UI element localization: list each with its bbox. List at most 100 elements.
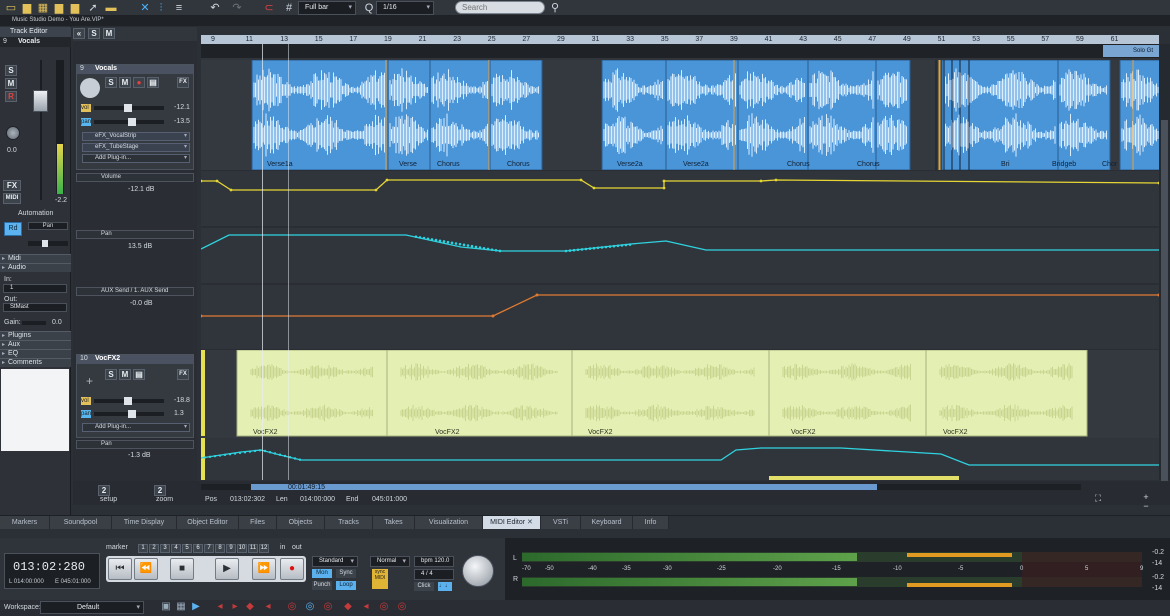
pan-slider[interactable] bbox=[28, 240, 68, 247]
go-to-start-button[interactable]: ⏮ bbox=[108, 558, 132, 580]
bottom-tool-4-icon[interactable]: ◂ bbox=[262, 601, 274, 613]
vertical-scroll-thumb[interactable] bbox=[1161, 120, 1168, 500]
tab-info[interactable]: Info bbox=[633, 516, 669, 529]
close-icon[interactable]: ✕ bbox=[527, 519, 533, 526]
output-select[interactable]: StMast bbox=[3, 303, 67, 312]
undo-icon[interactable]: ↶ bbox=[208, 1, 222, 15]
draw-icon[interactable]: ▬ bbox=[104, 1, 118, 15]
vocfx2-fx-button[interactable]: FX bbox=[177, 369, 189, 380]
marker-button[interactable]: 9 bbox=[226, 544, 236, 553]
tab-tracks[interactable]: Tracks bbox=[325, 516, 373, 529]
vocals-mute-button[interactable]: M bbox=[119, 77, 131, 88]
section-aux[interactable]: Aux bbox=[0, 340, 71, 349]
bottom-tool-6-icon[interactable]: ◎ bbox=[304, 601, 316, 613]
bpm-select[interactable]: bpm 120.0 bbox=[414, 556, 454, 567]
new-file-icon[interactable]: ▭ bbox=[4, 1, 18, 15]
metronome-icon[interactable]: ♩♩ bbox=[438, 582, 452, 591]
collapse-icon[interactable]: « bbox=[73, 28, 85, 39]
tab-takes[interactable]: Takes bbox=[373, 516, 415, 529]
section-plugins[interactable]: Plugins bbox=[0, 331, 71, 340]
search-input[interactable] bbox=[455, 1, 545, 14]
timeline-ruler[interactable] bbox=[201, 35, 1159, 44]
playhead-cursor[interactable] bbox=[262, 44, 263, 480]
automation-param-select[interactable]: Pan bbox=[28, 222, 68, 230]
read-automation-button[interactable]: Rd bbox=[4, 222, 22, 236]
bottom-tool-1-icon[interactable]: ◂ bbox=[214, 601, 226, 613]
bottom-tool-9-icon[interactable]: ◂ bbox=[360, 601, 372, 613]
folder-icon[interactable]: ▆ bbox=[52, 1, 66, 15]
horizontal-scrollbar[interactable] bbox=[201, 484, 1081, 490]
master-volume-knob[interactable] bbox=[462, 555, 494, 587]
quantize-select[interactable]: 1/16 ▾ bbox=[376, 1, 434, 15]
vocals-vol-handle[interactable] bbox=[124, 104, 132, 112]
end-value[interactable]: 045:01:000 bbox=[372, 496, 407, 503]
tab-soundpool[interactable]: Soundpool bbox=[50, 516, 112, 529]
pan-automation-header[interactable]: Pan bbox=[76, 230, 194, 239]
bottom-tool-10-icon[interactable]: ◎ bbox=[378, 601, 390, 613]
bottom-tool-5-icon[interactable]: ◎ bbox=[286, 601, 298, 613]
marker-button[interactable]: 8 bbox=[215, 544, 225, 553]
vocfx2-lock-icon[interactable]: ▤ bbox=[133, 369, 145, 380]
sync-midi-indicator[interactable]: sync MIDI bbox=[372, 569, 388, 589]
len-value[interactable]: 014:00:000 bbox=[300, 496, 335, 503]
record-transport-button[interactable]: ● bbox=[280, 558, 304, 580]
vocals-vol-slider[interactable] bbox=[94, 104, 164, 112]
section-midi[interactable]: Midi bbox=[0, 254, 71, 263]
fast-forward-button[interactable]: ⏩ bbox=[252, 558, 276, 580]
vocfx2-vol-slider[interactable] bbox=[94, 397, 164, 405]
export-icon[interactable]: ▆ bbox=[68, 1, 82, 15]
tab-object-editor[interactable]: Object Editor bbox=[177, 516, 239, 529]
volume-automation-header[interactable]: Volume bbox=[76, 173, 194, 182]
split-tool-icon[interactable]: ⫶ bbox=[154, 1, 168, 15]
horizontal-scroll-thumb[interactable] bbox=[251, 484, 877, 490]
tab-vsti[interactable]: VSTi bbox=[541, 516, 581, 529]
marker-button[interactable]: 3 bbox=[160, 544, 170, 553]
in-button[interactable]: in bbox=[280, 544, 285, 551]
vocfx2-vol-handle[interactable] bbox=[124, 397, 132, 405]
layout-icon[interactable]: ▣ bbox=[160, 601, 172, 613]
transport-mode-select[interactable]: Standard ▾ bbox=[312, 556, 358, 567]
vocfx2-solo-button[interactable]: S bbox=[105, 369, 117, 380]
active-view-icon[interactable]: ▶ bbox=[190, 601, 202, 613]
tab-midi-editor[interactable]: MIDI Editor ✕ bbox=[483, 516, 541, 529]
marker-button[interactable]: 7 bbox=[204, 544, 214, 553]
play-mode-select[interactable]: Normal ▾ bbox=[370, 556, 410, 567]
vertical-scrollbar[interactable] bbox=[1159, 44, 1170, 500]
grid-view-icon[interactable]: ▦ bbox=[175, 601, 187, 613]
marker-button[interactable]: 10 bbox=[237, 544, 247, 553]
zoom-out-icon[interactable]: − bbox=[1140, 499, 1152, 513]
vocals-lock-icon[interactable]: ▤ bbox=[147, 77, 159, 88]
vocals-pan-handle[interactable] bbox=[128, 118, 136, 126]
vocals-fx-slot-1[interactable]: eFX_VocalStrip ▾ bbox=[82, 132, 190, 141]
vocfx2-pan-automation-header[interactable]: Pan bbox=[76, 440, 194, 449]
bottom-tool-8-icon[interactable]: ◆ bbox=[342, 601, 354, 613]
tab-time-display[interactable]: Time Display bbox=[112, 516, 177, 529]
tab-files[interactable]: Files bbox=[239, 516, 277, 529]
time-display[interactable]: 013:02:280 L 014:00:000 E 045:01:000 bbox=[4, 553, 100, 589]
global-solo-button[interactable]: S bbox=[88, 28, 100, 39]
quantize-icon[interactable]: Q bbox=[362, 1, 376, 15]
bottom-tool-7-icon[interactable]: ◎ bbox=[322, 601, 334, 613]
marker-button[interactable]: 5 bbox=[182, 544, 192, 553]
snap-select[interactable]: Full bar ▾ bbox=[298, 1, 356, 15]
vocfx2-add-plugin[interactable]: Add Plug-in... ▾ bbox=[82, 423, 190, 432]
vocals-record-button[interactable]: ● bbox=[133, 77, 145, 88]
vocfx2-mute-button[interactable]: M bbox=[119, 369, 131, 380]
pos-value[interactable]: 013:02:302 bbox=[230, 496, 265, 503]
vocfx2-pan-handle[interactable] bbox=[128, 410, 136, 418]
pan-slider-handle[interactable] bbox=[42, 240, 48, 247]
loop-button[interactable]: Loop bbox=[336, 581, 356, 590]
aux-automation-header[interactable]: AUX Send / 1. AUX Send bbox=[76, 287, 194, 296]
play-button[interactable]: ▶ bbox=[215, 558, 239, 580]
bottom-tool-2-icon[interactable]: ▸ bbox=[229, 601, 241, 613]
input-select[interactable]: 1 bbox=[3, 284, 67, 293]
pointer-icon[interactable]: ➚ bbox=[86, 1, 100, 15]
section-eq[interactable]: EQ bbox=[0, 349, 71, 358]
open-folder-icon[interactable]: ▆ bbox=[20, 1, 34, 15]
sync-button[interactable]: Sync bbox=[336, 569, 356, 578]
vocals-fx-slot-2[interactable]: eFX_TubeStage ▾ bbox=[82, 143, 190, 152]
punch-button[interactable]: Punch bbox=[312, 581, 332, 590]
split-icon[interactable]: ✕ bbox=[138, 1, 152, 15]
stop-button[interactable]: ■ bbox=[170, 558, 194, 580]
fx-button[interactable]: FX bbox=[3, 180, 21, 191]
